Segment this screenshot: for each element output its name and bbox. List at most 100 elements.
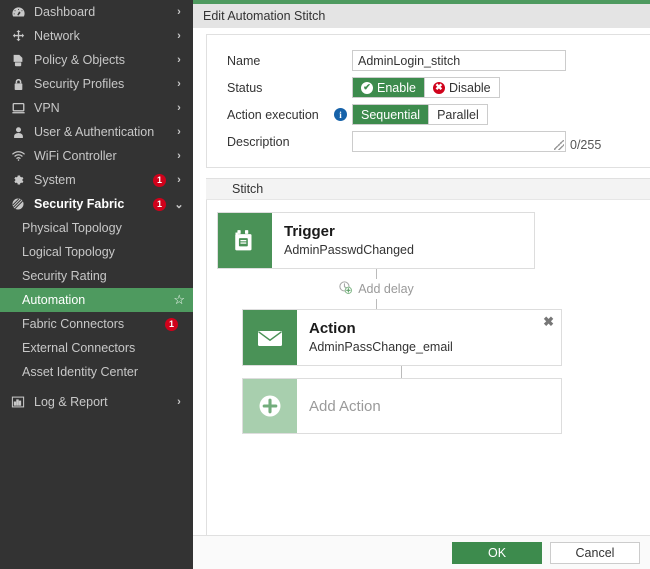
name-label: Name (227, 54, 352, 68)
sidebar-item-wifi-controller[interactable]: WiFi Controller › (0, 144, 193, 168)
trigger-title: Trigger (284, 223, 414, 242)
trigger-card-text: Trigger AdminPasswdChanged (272, 213, 424, 268)
action-execution-toggle-group: Sequential Parallel (352, 104, 488, 125)
trigger-event-icon (218, 213, 272, 268)
sidebar-subitem-label: Physical Topology (22, 221, 185, 235)
sidebar-item-asset-identity-center[interactable]: Asset Identity Center (0, 360, 193, 384)
dashboard-icon (9, 4, 27, 20)
sidebar-subitem-label: Fabric Connectors (22, 317, 165, 331)
add-delay-row[interactable]: Add delay (207, 279, 545, 299)
sidebar-item-label: User & Authentication (34, 125, 173, 139)
stitch-section-header: Stitch (206, 178, 650, 200)
sidebar-item-label: Policy & Objects (34, 53, 173, 67)
remove-action-icon[interactable]: ✖ (543, 315, 554, 328)
status-badge: 1 (165, 318, 178, 331)
action-subtitle: AdminPassChange_email (309, 339, 453, 355)
action-execution-sequential-button[interactable]: Sequential (353, 105, 429, 124)
chevron-right-icon: › (173, 78, 185, 90)
sidebar-subitem-label: External Connectors (22, 341, 185, 355)
plus-circle-icon (243, 379, 297, 433)
x-circle-icon: ✖ (433, 82, 445, 94)
description-field-wrap: 0/255 (352, 131, 601, 152)
trigger-card[interactable]: Trigger AdminPasswdChanged (217, 212, 535, 269)
add-action-card-text: Add Action (297, 379, 391, 433)
sidebar-item-label: Dashboard (34, 5, 173, 19)
sidebar-item-label: Network (34, 29, 173, 43)
sidebar-item-network[interactable]: Network › (0, 24, 193, 48)
sidebar-item-physical-topology[interactable]: Physical Topology (0, 216, 193, 240)
action-card[interactable]: Action AdminPassChange_email ✖ (242, 309, 562, 366)
info-icon[interactable]: i (334, 108, 347, 121)
name-input[interactable] (352, 50, 566, 71)
sidebar-item-user-authentication[interactable]: User & Authentication › (0, 120, 193, 144)
resize-grip-icon[interactable] (554, 140, 564, 150)
sidebar-item-label: WiFi Controller (34, 149, 173, 163)
content-panel: Edit Automation Stitch Name Status ✔ Ena… (193, 0, 650, 569)
sidebar-item-label: Log & Report (34, 395, 173, 409)
fabric-icon (9, 196, 27, 212)
action-title: Action (309, 320, 453, 339)
sidebar-item-label: VPN (34, 101, 173, 115)
description-textarea[interactable] (352, 131, 566, 152)
sidebar-subitem-label: Asset Identity Center (22, 365, 185, 379)
fortigate-admin-window: Dashboard › Network › Policy & Objects ›… (0, 0, 650, 569)
sidebar-item-security-rating[interactable]: Security Rating (0, 264, 193, 288)
policy-icon (9, 52, 27, 68)
chevron-right-icon: › (173, 102, 185, 114)
chevron-right-icon: › (173, 150, 185, 162)
action-execution-parallel-button[interactable]: Parallel (429, 105, 487, 124)
add-action-label: Add Action (309, 398, 381, 415)
status-label: Status (227, 81, 352, 95)
description-char-counter: 0/255 (570, 138, 601, 152)
lock-icon (9, 76, 27, 92)
sidebar-item-label: Security Fabric (34, 197, 153, 211)
status-disable-button[interactable]: ✖ Disable (425, 78, 499, 97)
form-row-status: Status ✔ Enable ✖ Disable (207, 76, 650, 99)
sidebar-item-label: Security Profiles (34, 77, 173, 91)
status-badge: 1 (153, 198, 166, 211)
panel-body: Name Status ✔ Enable ✖ Disable (193, 28, 650, 535)
chevron-right-icon: › (173, 126, 185, 138)
chevron-right-icon: › (173, 6, 185, 18)
stitch-flow: Trigger AdminPasswdChanged (206, 200, 650, 535)
chart-bar-icon (9, 394, 27, 410)
sidebar-item-logical-topology[interactable]: Logical Topology (0, 240, 193, 264)
action-card-text: Action AdminPassChange_email (297, 310, 463, 365)
sidebar-item-log-report[interactable]: Log & Report › (0, 390, 193, 414)
status-disable-label: Disable (449, 81, 491, 95)
sidebar-item-label: System (34, 173, 153, 187)
sidebar-item-system[interactable]: System 1 › (0, 168, 193, 192)
cancel-button[interactable]: Cancel (550, 542, 640, 564)
sidebar-item-automation[interactable]: Automation ☆ (0, 288, 193, 312)
sidebar-item-policy-objects[interactable]: Policy & Objects › (0, 48, 193, 72)
form-row-name: Name (207, 49, 650, 72)
add-action-card[interactable]: Add Action (242, 378, 562, 434)
sidebar-subitem-label: Automation (22, 293, 173, 307)
flow-connector-line (376, 299, 377, 309)
sidebar-item-dashboard[interactable]: Dashboard › (0, 0, 193, 24)
chevron-right-icon: › (173, 30, 185, 42)
status-toggle-group: ✔ Enable ✖ Disable (352, 77, 500, 98)
add-delay-label: Add delay (358, 282, 414, 296)
wifi-icon (9, 148, 27, 164)
sidebar-item-security-profiles[interactable]: Security Profiles › (0, 72, 193, 96)
status-enable-button[interactable]: ✔ Enable (353, 78, 425, 97)
favorite-star-icon[interactable]: ☆ (173, 292, 185, 308)
trigger-subtitle: AdminPasswdChanged (284, 242, 414, 258)
chevron-right-icon: › (173, 54, 185, 66)
status-badge: 1 (153, 174, 166, 187)
sidebar-subitem-label: Logical Topology (22, 245, 185, 259)
sidebar-item-external-connectors[interactable]: External Connectors (0, 336, 193, 360)
user-icon (9, 124, 27, 140)
description-label: Description (227, 135, 352, 149)
status-enable-label: Enable (377, 81, 416, 95)
flow-connector-line (376, 269, 377, 279)
sidebar-item-fabric-connectors[interactable]: Fabric Connectors 1 (0, 312, 193, 336)
check-circle-icon: ✔ (361, 82, 373, 94)
ok-button[interactable]: OK (452, 542, 542, 564)
page-title: Edit Automation Stitch (193, 4, 650, 28)
chevron-down-icon: ⌄ (173, 198, 185, 210)
stitch-settings-form: Name Status ✔ Enable ✖ Disable (206, 34, 650, 168)
sidebar-item-security-fabric[interactable]: Security Fabric 1 ⌄ (0, 192, 193, 216)
sidebar-item-vpn[interactable]: VPN › (0, 96, 193, 120)
